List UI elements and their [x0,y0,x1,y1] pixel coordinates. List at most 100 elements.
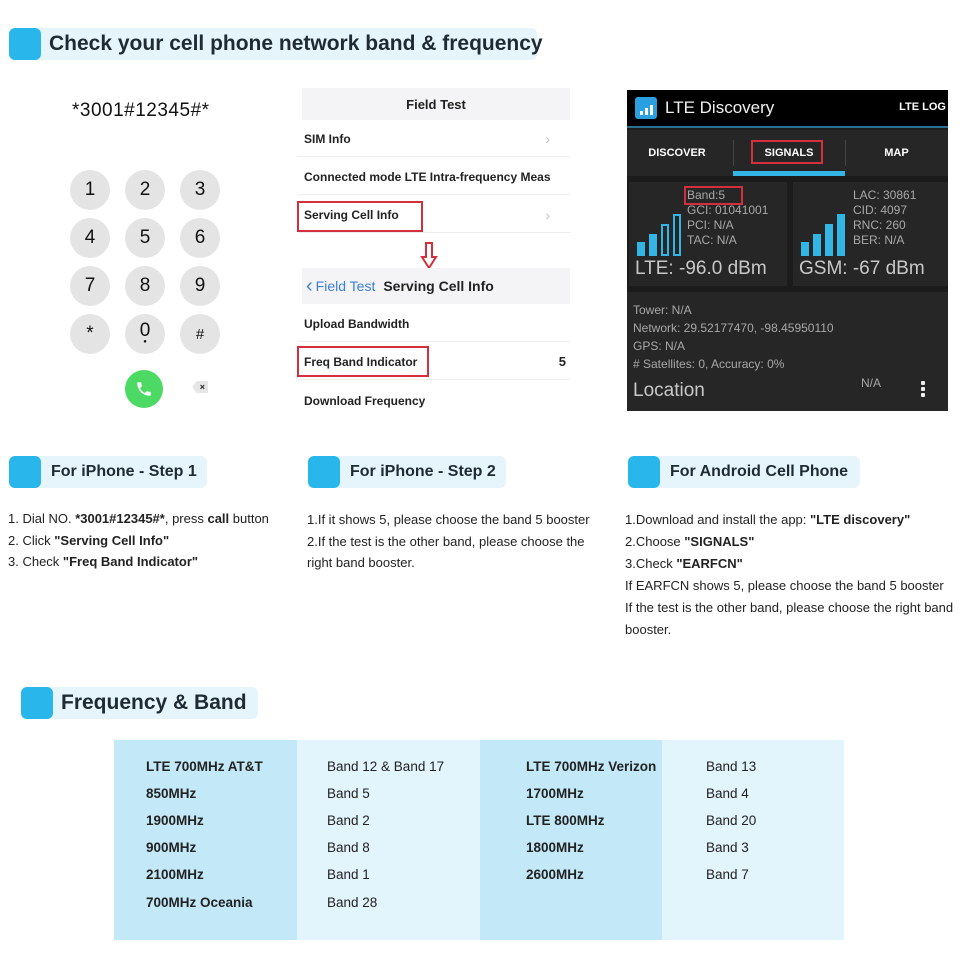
page-title: Check your cell phone network band & fre… [49,32,543,55]
gsm-lac: LAC: 30861 [853,188,917,202]
lte-log-button[interactable]: LTE LOG [899,101,946,113]
band-cell: Band 4 [706,786,749,801]
dial-key-star[interactable]: * [70,314,110,354]
lte-pci: PCI: N/A [687,218,734,232]
step-line: 2. Click "Serving Cell Info" [8,530,269,552]
frequency-band-header: Frequency & Band [21,687,258,719]
freq-column-right: LTE 700MHz Verizon 1700MHz LTE 800MHz 18… [480,740,662,940]
freq-cell: 2600MHz [526,867,584,882]
step-bold: "SIGNALS" [684,534,755,549]
row-label: Upload Bandwidth [304,316,410,331]
dialed-number: *3001#12345#* [72,100,210,121]
step-line: 3.Check "EARFCN" [625,553,953,575]
freq-cell: LTE 700MHz AT&T [146,759,263,774]
iphone-step2-title: For iPhone - Step 2 [350,463,496,480]
call-button[interactable] [125,370,163,408]
step-line: 2.If the test is the other band, please … [307,533,585,549]
field-test-screen: Field Test SIM Info › Connected mode LTE… [297,88,570,419]
row-label: SIM Info [304,131,351,146]
app-bar: LTE Discovery LTE LOG [627,90,948,128]
gsm-ber: BER: N/A [853,233,905,247]
iphone-step1-instructions: 1. Dial NO. *3001#12345#*, press call bu… [8,508,269,573]
location-card: Tower: N/A Network: 29.52177470, -98.459… [627,292,948,411]
highlight-box-signals [751,140,823,164]
step-line: If EARFCN shows 5, please choose the ban… [625,578,944,593]
dial-key-0-plus: ● [143,339,147,345]
chevron-right-icon: › [545,130,550,147]
android-instructions: 1.Download and install the app: "LTE dis… [625,509,953,641]
lte-discovery-screen: LTE Discovery LTE LOG DISCOVER SIGNALS M… [627,90,948,411]
dial-key-5[interactable]: 5 [125,218,165,258]
freq-cell: 850MHz [146,786,197,801]
nav-bar: ‹ Field Test Serving Cell Info [302,268,570,304]
freq-cell: 900MHz [146,840,197,855]
step-text: 3.Check [625,556,677,571]
location-details: Tower: N/A Network: 29.52177470, -98.459… [633,301,834,373]
dial-key-9[interactable]: 9 [180,266,220,306]
step-bold: "EARFCN" [676,556,743,571]
band-cell: Band 28 [327,895,378,910]
android-title: For Android Cell Phone [670,463,849,480]
freq-cell: 1700MHz [526,786,584,801]
row-label: Connected mode LTE Intra-frequency Meas [304,169,551,184]
dial-key-1[interactable]: 1 [70,170,110,210]
backspace-icon: × [192,381,208,393]
signal-logo-icon [635,97,657,119]
delete-button[interactable]: × [190,380,210,394]
gsm-reading: GSM: -67 dBm [799,258,925,279]
iphone-step1-header: For iPhone - Step 1 [9,456,207,488]
step-text: 2.Choose [625,534,685,549]
row-connected-mode[interactable]: Connected mode LTE Intra-frequency Meas [298,159,570,195]
step-bold: "Freq Band Indicator" [62,554,199,569]
band-cell: Band 8 [327,840,370,855]
network-line: Network: 29.52177470, -98.45950110 [633,321,834,335]
dial-key-8[interactable]: 8 [125,266,165,306]
band-cell: Band 1 [327,867,370,882]
gsm-cid: CID: 4097 [853,203,908,217]
phone-icon [137,382,151,396]
tab-map[interactable]: MAP [845,130,948,176]
dial-key-2[interactable]: 2 [125,170,165,210]
field-test-title: Field Test [302,88,570,120]
dial-key-7[interactable]: 7 [70,266,110,306]
row-download-frequency[interactable]: Download Frequency [298,383,570,419]
dial-key-6[interactable]: 6 [180,218,220,258]
step-line: right band booster. [307,555,415,570]
highlight-box-band [684,186,743,205]
frequency-band-title: Frequency & Band [61,691,247,714]
dial-key-3[interactable]: 3 [180,170,220,210]
gsm-rnc: RNC: 260 [853,218,906,232]
down-arrow-icon [420,242,438,270]
iphone-step2-header: For iPhone - Step 2 [308,456,506,488]
band-cell: Band 20 [706,813,757,828]
tab-discover[interactable]: DISCOVER [627,130,727,176]
blue-square-icon [628,456,660,488]
row-sim-info[interactable]: SIM Info › [298,121,570,157]
freq-cell: LTE 800MHz [526,813,605,828]
dial-key-hash[interactable]: # [180,314,220,354]
back-button[interactable]: ‹ Field Test [306,276,375,296]
lte-reading: LTE: -96.0 dBm [635,258,767,279]
app-title: LTE Discovery [665,98,775,117]
freq-column-left: LTE 700MHz AT&T 850MHz 1900MHz 900MHz 21… [114,740,297,940]
step-line: booster. [625,622,672,637]
band-cell: Band 7 [706,867,749,882]
chevron-left-icon: ‹ [306,275,313,297]
step-text: , press [164,511,208,526]
location-status: N/A [861,376,882,390]
step-line: 1.If it shows 5, please choose the band … [307,512,590,527]
satellites-line: # Satellites: 0, Accuracy: 0% [633,357,785,371]
nav-title: Serving Cell Info [383,278,494,294]
step-bold: *3001#12345#* [75,511,165,526]
gsm-signal-bars-icon [801,214,845,256]
step-line: 3. Check "Freq Band Indicator" [8,551,269,573]
dial-key-0[interactable]: 0 ● [125,314,165,354]
phone-dialer: *3001#12345#* 1 2 3 4 5 6 7 8 9 * 0 ● # … [60,90,250,420]
dial-key-4[interactable]: 4 [70,218,110,258]
location-title: Location [633,380,705,401]
overflow-menu-icon[interactable] [920,381,926,397]
tab-bar: DISCOVER SIGNALS MAP [627,130,948,176]
band-cell: Band 2 [327,813,370,828]
blue-square-icon [9,28,41,60]
row-upload-bandwidth[interactable]: Upload Bandwidth [298,306,570,342]
